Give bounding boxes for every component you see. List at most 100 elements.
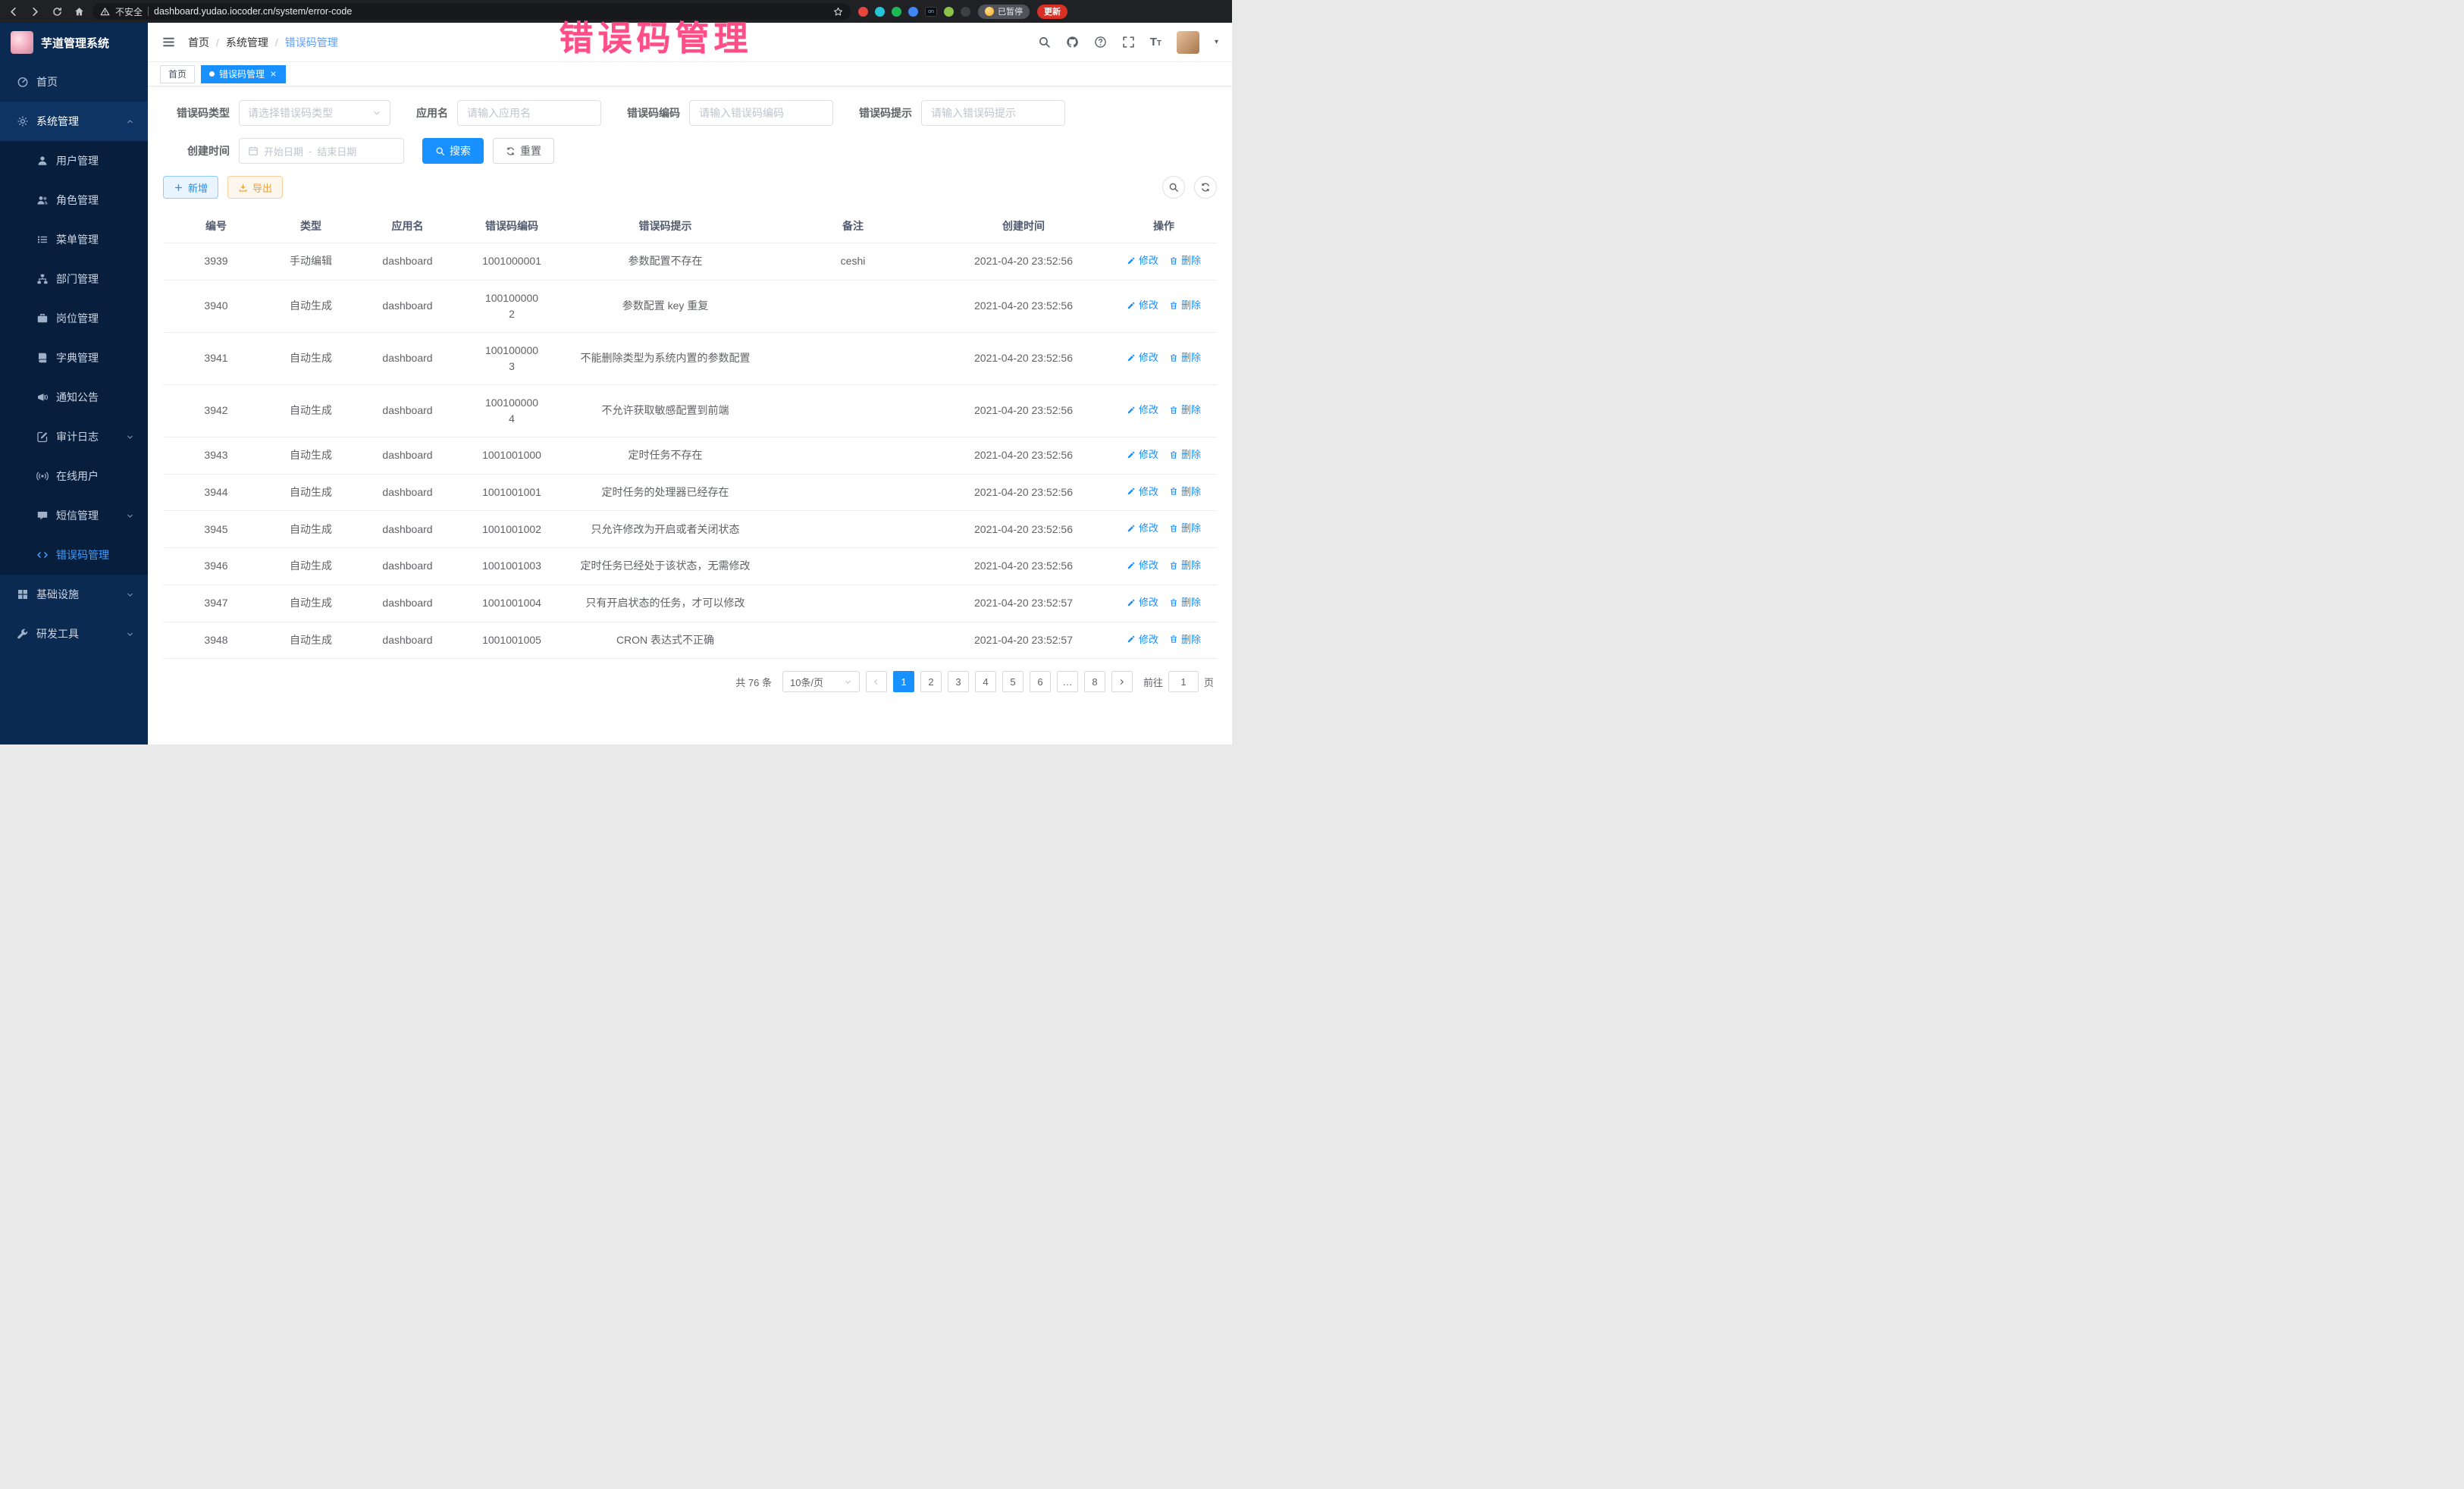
browser-home-icon[interactable] (74, 6, 85, 17)
delete-button[interactable]: 删除 (1169, 253, 1201, 268)
fullscreen-icon[interactable] (1122, 36, 1135, 49)
refresh-table-button[interactable] (1194, 176, 1217, 199)
extension-on-badge[interactable]: on (925, 7, 937, 17)
error-hint-input[interactable] (921, 100, 1065, 126)
table-row: 3944 自动生成 dashboard 1001001001 定时任务的处理器已… (163, 474, 1217, 511)
page-size-select[interactable]: 10条/页 (782, 671, 860, 692)
edit-button[interactable]: 修改 (1127, 521, 1158, 536)
edit-button[interactable]: 修改 (1127, 595, 1158, 610)
extension-icon[interactable] (875, 7, 885, 17)
next-page-button[interactable] (1111, 671, 1133, 692)
cell-type: 自动生成 (269, 548, 353, 585)
tags-bar: 首页 错误码管理 (148, 62, 1232, 86)
delete-button[interactable]: 删除 (1169, 558, 1201, 573)
chrome-update-button[interactable]: 更新 (1037, 5, 1067, 19)
sidebar-item-infrastructure[interactable]: 基础设施 (0, 575, 148, 614)
page-button-5[interactable]: 5 (1002, 671, 1024, 692)
delete-button[interactable]: 删除 (1169, 595, 1201, 610)
edit-button[interactable]: 修改 (1127, 484, 1158, 500)
prev-page-button[interactable] (866, 671, 887, 692)
cell-id: 3945 (163, 511, 269, 548)
page-button-2[interactable]: 2 (920, 671, 942, 692)
sidebar-item-online-users[interactable]: 在线用户 (0, 456, 148, 496)
delete-button[interactable]: 删除 (1169, 484, 1201, 500)
edit-button[interactable]: 修改 (1127, 403, 1158, 418)
extension-icon[interactable] (892, 7, 901, 17)
sidebar-item-error-code[interactable]: 错误码管理 (0, 535, 148, 575)
filter-code-label: 错误码编码 (627, 105, 680, 121)
edit-button[interactable]: 修改 (1127, 447, 1158, 462)
sidebar-item-sms[interactable]: 短信管理 (0, 496, 148, 535)
extension-icon[interactable] (944, 7, 954, 17)
delete-button[interactable]: 删除 (1169, 521, 1201, 536)
sidebar-item-home[interactable]: 首页 (0, 62, 148, 102)
sidebar-item-notice[interactable]: 通知公告 (0, 378, 148, 417)
chevron-left-icon (872, 678, 880, 686)
page-ellipsis-button[interactable]: … (1057, 671, 1078, 692)
delete-button[interactable]: 删除 (1169, 632, 1201, 647)
font-size-icon[interactable]: TT (1150, 36, 1161, 48)
calendar-icon (248, 146, 259, 156)
edit-button[interactable]: 修改 (1127, 253, 1158, 268)
search-icon[interactable] (1038, 36, 1051, 49)
hamburger-icon[interactable] (161, 35, 176, 49)
page-button-4[interactable]: 4 (975, 671, 996, 692)
delete-button[interactable]: 删除 (1169, 403, 1201, 418)
edit-button[interactable]: 修改 (1127, 558, 1158, 573)
column-header: 备注 (770, 209, 936, 243)
edit-button[interactable]: 修改 (1127, 350, 1158, 365)
breadcrumb-home[interactable]: 首页 (188, 35, 209, 50)
sidebar-item-dev-tools[interactable]: 研发工具 (0, 614, 148, 654)
breadcrumb-system[interactable]: 系统管理 (226, 35, 268, 50)
edit-button[interactable]: 修改 (1127, 632, 1158, 647)
close-icon[interactable] (269, 70, 277, 78)
toggle-search-button[interactable] (1162, 176, 1185, 199)
search-button[interactable]: 搜索 (422, 138, 484, 164)
delete-button[interactable]: 删除 (1169, 447, 1201, 462)
sidebar-item-positions[interactable]: 岗位管理 (0, 299, 148, 338)
delete-button[interactable]: 删除 (1169, 298, 1201, 313)
tag-error-code[interactable]: 错误码管理 (201, 65, 286, 83)
logo[interactable]: 芋道管理系统 (0, 23, 148, 62)
cell-type: 自动生成 (269, 622, 353, 659)
add-button[interactable]: 新增 (163, 176, 218, 199)
extension-icon[interactable] (908, 7, 918, 17)
reload-icon[interactable] (52, 6, 63, 17)
date-range-picker[interactable]: 开始日期 - 结束日期 (239, 138, 404, 164)
bookmark-star-icon[interactable] (833, 7, 843, 17)
page-button-1[interactable]: 1 (893, 671, 914, 692)
reset-button[interactable]: 重置 (493, 138, 554, 164)
github-icon[interactable] (1066, 36, 1079, 49)
cell-hint: 只有开启状态的任务，才可以修改 (561, 585, 770, 622)
page-button-6[interactable]: 6 (1030, 671, 1051, 692)
avatar-caret-icon[interactable]: ▾ (1215, 38, 1218, 46)
profile-paused-badge[interactable]: 已暂停 (978, 5, 1030, 19)
error-code-input[interactable] (689, 100, 833, 126)
column-header: 创建时间 (936, 209, 1111, 243)
forward-icon[interactable] (30, 6, 41, 17)
sidebar-item-users[interactable]: 用户管理 (0, 141, 148, 180)
extension-icon[interactable] (961, 7, 970, 17)
tag-home[interactable]: 首页 (160, 65, 195, 83)
goto-page-input[interactable] (1168, 671, 1199, 692)
sidebar-item-audit-log[interactable]: 审计日志 (0, 417, 148, 456)
sidebar-item-dictionary[interactable]: 字典管理 (0, 338, 148, 378)
sidebar-item-departments[interactable]: 部门管理 (0, 259, 148, 299)
error-type-select[interactable]: 请选择错误码类型 (239, 100, 390, 126)
sidebar-item-system[interactable]: 系统管理 (0, 102, 148, 141)
app-name-input[interactable] (457, 100, 601, 126)
back-icon[interactable] (8, 6, 19, 17)
page-button-3[interactable]: 3 (948, 671, 969, 692)
pencil-icon (1127, 450, 1136, 459)
user-avatar[interactable] (1177, 31, 1199, 54)
export-button[interactable]: 导出 (227, 176, 283, 199)
sidebar-item-menus[interactable]: 菜单管理 (0, 220, 148, 259)
extension-icon[interactable] (858, 7, 868, 17)
edit-button[interactable]: 修改 (1127, 298, 1158, 313)
sidebar-item-roles[interactable]: 角色管理 (0, 180, 148, 220)
help-icon[interactable] (1094, 36, 1107, 49)
page-button-8[interactable]: 8 (1084, 671, 1105, 692)
security-label: 不安全 (115, 5, 143, 18)
main-area: 首页 / 系统管理 / 错误码管理 TT ▾ 首 (148, 23, 1232, 744)
delete-button[interactable]: 删除 (1169, 350, 1201, 365)
